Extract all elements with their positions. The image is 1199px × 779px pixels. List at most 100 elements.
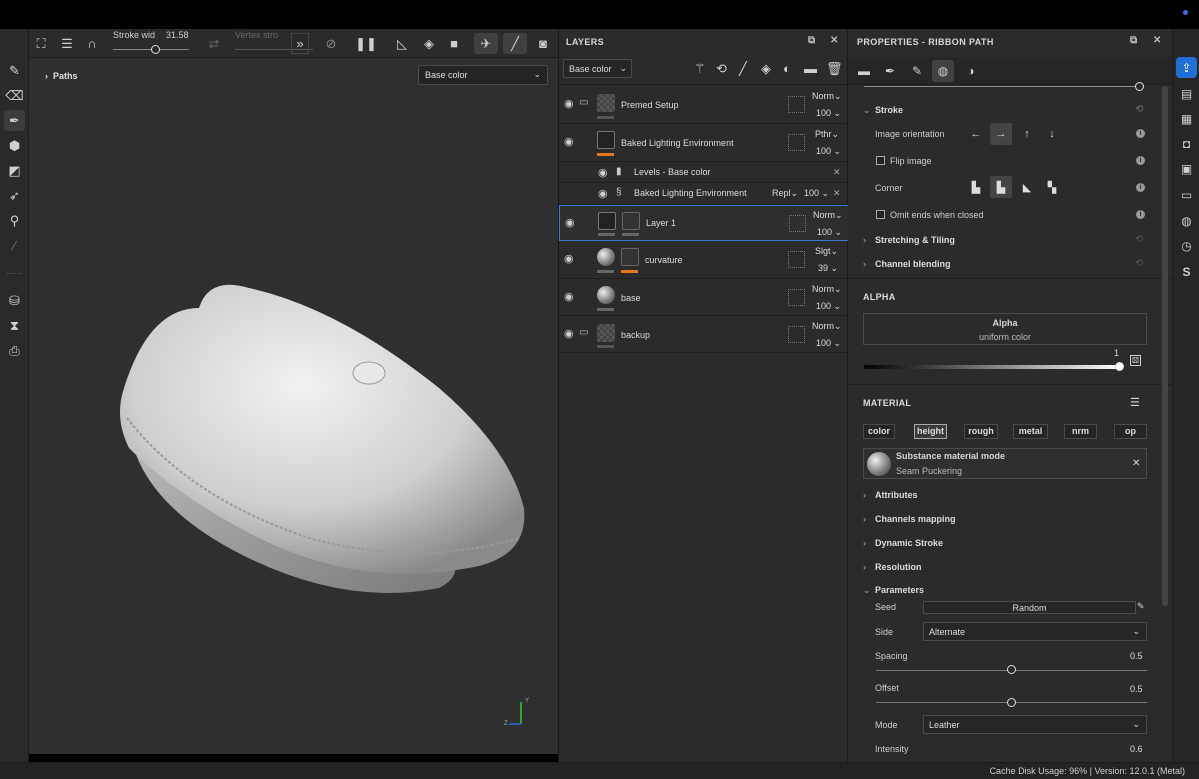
brush-view-icon[interactable]: ╱ (503, 33, 527, 54)
edit-icon[interactable]: ✎ (1137, 601, 1145, 612)
stroke-width-knob[interactable] (151, 45, 160, 54)
tab-material-icon[interactable]: ◍ (932, 60, 954, 82)
corner-square-icon[interactable]: ▙ (965, 176, 987, 198)
channels-mapping-section[interactable]: › Channels mapping (863, 514, 956, 524)
stretching-section[interactable]: › Stretching & Tiling (863, 235, 955, 245)
symmetry-icon[interactable]: ⊘ (321, 33, 341, 54)
layer-mask-slot[interactable] (788, 251, 805, 268)
flip-image-checkbox[interactable] (876, 156, 885, 165)
tab-settings-icon[interactable]: ▬ (853, 60, 875, 82)
channel-nrm-button[interactable]: nrm (1064, 424, 1097, 439)
mask-thumbnail[interactable] (622, 212, 640, 230)
export-icon[interactable]: ⇪ (1176, 57, 1197, 78)
channel-blending-section[interactable]: › Channel blending (863, 259, 951, 269)
close-icon[interactable]: ✕ (1153, 35, 1162, 46)
layer-opacity[interactable]: 100 ⌄ (816, 108, 841, 119)
layer-opacity[interactable]: 100 ⌄ (816, 301, 841, 312)
blend-mode[interactable]: Norm⌄ (812, 284, 842, 295)
layer-row[interactable]: ◉ Baked Lighting Environment Pthr⌄ 100 ⌄ (559, 124, 849, 162)
intensity-value[interactable]: 0.6 (1130, 744, 1143, 754)
layers-icon[interactable]: ▤ (1176, 83, 1197, 104)
add-effect-icon[interactable]: ⟲ (716, 61, 727, 77)
channel-rough-button[interactable]: rough (964, 424, 998, 439)
effect-row[interactable]: ◉ ▮ Levels - Base color ✕ (559, 162, 849, 183)
arrow-down-icon[interactable]: ↓ (1041, 123, 1063, 145)
corner-round-icon[interactable]: ◣ (1016, 176, 1038, 198)
stroke-section[interactable]: ⌄ Stroke (863, 105, 903, 116)
expand-toolbar-icon[interactable]: » (291, 33, 309, 54)
path-tool-icon[interactable]: ✒ (4, 110, 25, 131)
spacing-knob[interactable] (1007, 665, 1016, 674)
layer-mask-slot[interactable] (788, 289, 805, 306)
info-icon[interactable]: i (1136, 183, 1145, 192)
list-icon[interactable]: ☰ (1130, 396, 1140, 409)
arrow-right-icon[interactable]: → (990, 123, 1012, 145)
eye-icon[interactable]: ◉ (564, 327, 574, 340)
offset-value[interactable]: 0.5 (1130, 684, 1143, 694)
layer-opacity[interactable]: 100 ⌄ (816, 146, 841, 157)
spray-icon[interactable]: ✈ (474, 33, 498, 54)
spacing-value[interactable]: 0.5 (1130, 651, 1143, 661)
layer-mask-slot[interactable] (788, 134, 805, 151)
eye-icon[interactable]: ◉ (598, 166, 608, 179)
arrow-left-icon[interactable]: ← (965, 123, 987, 145)
close-icon[interactable]: ✕ (1132, 458, 1140, 469)
3d-viewport[interactable]: › Paths Base color ⌄ Y Z (29, 58, 558, 754)
parameters-section[interactable]: ⌄ Parameters (863, 585, 924, 596)
alpha-picker[interactable]: Alpha uniform color (863, 313, 1147, 345)
layer-mask-slot[interactable] (788, 96, 805, 113)
eye-icon[interactable]: ◉ (564, 252, 574, 265)
channel-metal-button[interactable]: metal (1013, 424, 1048, 439)
swap-icon[interactable]: ⇄ (204, 33, 224, 54)
properties-icon[interactable]: ▣ (1176, 158, 1197, 179)
eraser-icon[interactable]: ⌫ (4, 85, 25, 106)
texture-set-icon[interactable]: ▦ (1176, 108, 1197, 129)
alpha-value[interactable]: 1 (1114, 348, 1119, 358)
dynamic-stroke-section[interactable]: › Dynamic Stroke (863, 538, 943, 548)
attributes-section[interactable]: › Attributes (863, 490, 918, 500)
viewport-channel-select[interactable]: Base color ⌄ (418, 65, 548, 85)
info-icon[interactable]: i (1136, 129, 1145, 138)
randomize-icon[interactable]: ⚄ (1130, 355, 1141, 366)
close-icon[interactable]: ✕ (833, 188, 841, 199)
layer-row[interactable]: ◉ ▭ Premed Setup Norm⌄ 100 ⌄ (559, 86, 849, 124)
alpha-gradient-slider[interactable] (864, 365, 1120, 369)
omit-ends-checkbox[interactable] (876, 210, 885, 219)
close-icon[interactable]: ✕ (833, 167, 841, 178)
corner-bevel-icon[interactable]: ▙ (990, 176, 1012, 198)
camera-icon[interactable]: ■ (442, 33, 466, 54)
folder-icon[interactable]: ▬ (804, 61, 817, 76)
layer-mask-slot[interactable] (788, 326, 805, 343)
reset-icon[interactable]: ⟲ (1135, 104, 1143, 115)
channel-height-button[interactable]: height (914, 424, 947, 439)
magnet-icon[interactable]: ∩ (82, 33, 102, 54)
paths-toggle[interactable]: › Paths (45, 71, 78, 81)
eye-icon[interactable]: ◉ (564, 135, 574, 148)
info-icon[interactable]: i (1136, 210, 1145, 219)
scroll-remnant-knob[interactable] (1135, 82, 1144, 91)
eye-icon[interactable]: ◉ (598, 187, 608, 200)
tab-mask-icon[interactable]: ◑ (960, 60, 982, 82)
reset-icon[interactable]: ⟲ (1135, 234, 1143, 245)
polygon-fill-icon[interactable]: ◩ (4, 160, 25, 181)
close-icon[interactable]: ✕ (830, 35, 839, 46)
blend-mode[interactable]: Repl⌄ (772, 188, 798, 199)
projection-icon[interactable]: ⬢ (4, 135, 25, 156)
blend-mode[interactable]: Norm⌄ (812, 91, 842, 102)
side-select[interactable]: Alternate ⌄ (923, 622, 1147, 641)
eye-icon[interactable]: ◉ (564, 97, 574, 110)
globe-icon[interactable]: ◍ (1176, 210, 1197, 231)
eye-icon[interactable]: ◉ (564, 290, 574, 303)
view-2d-icon[interactable]: ◺ (390, 33, 414, 54)
cube-icon[interactable]: ◈ (417, 33, 441, 54)
blend-mode[interactable]: Norm⌄ (813, 210, 843, 221)
popout-icon[interactable]: ⧉ (808, 35, 816, 46)
add-mask-icon[interactable]: ◐ (783, 61, 791, 76)
arrow-up-icon[interactable]: ↑ (1016, 123, 1038, 145)
bake-icon[interactable]: ⛁ (4, 290, 25, 311)
blend-mode[interactable]: Pthr⌄ (815, 129, 839, 140)
channel-color-button[interactable]: color (863, 424, 895, 439)
transform-icon[interactable]: ⛶ (31, 33, 51, 54)
clone-stamp-icon[interactable]: ⚲ (4, 210, 25, 231)
material-card[interactable]: Substance material mode Seam Puckering ✕ (863, 448, 1147, 479)
